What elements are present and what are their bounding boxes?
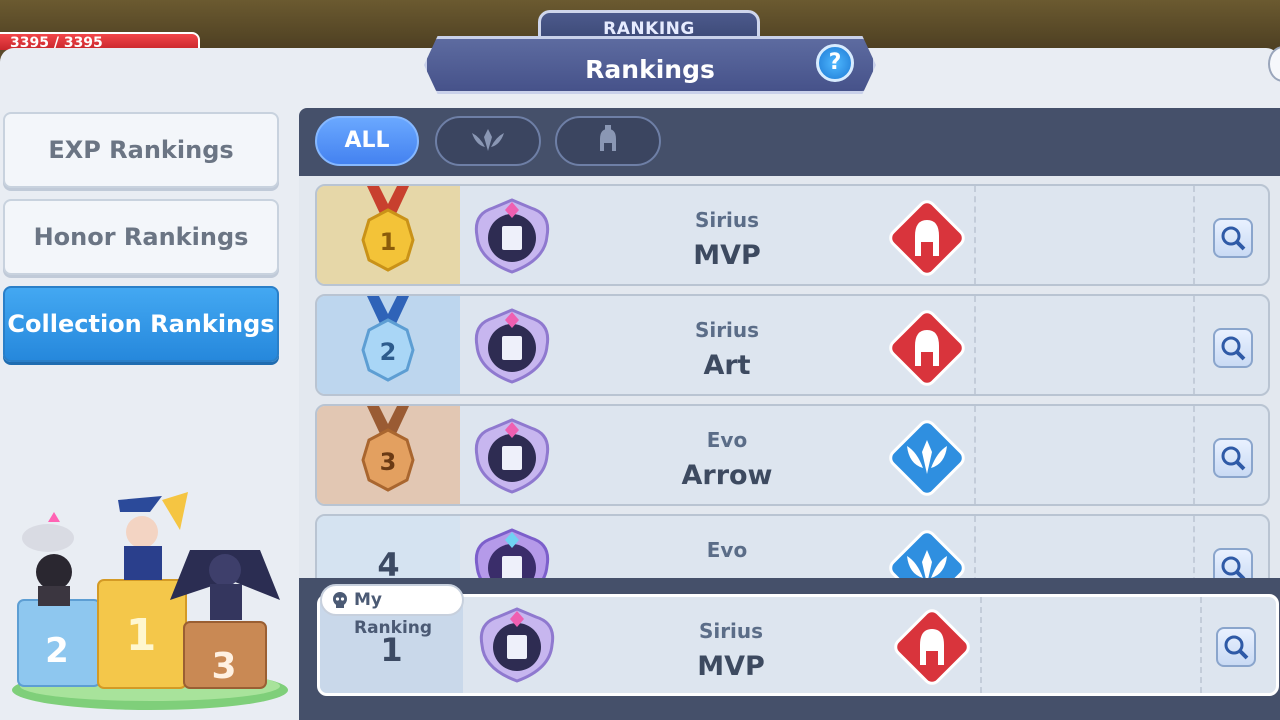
gold-medal-icon: 1	[361, 186, 415, 272]
wings-emblem-icon	[889, 530, 965, 578]
row-divider	[974, 516, 976, 578]
row-divider	[1193, 406, 1195, 504]
search-button[interactable]	[1213, 328, 1253, 368]
row-divider	[974, 186, 976, 284]
my-ranking-row: 1 Sirius MVP	[317, 594, 1279, 696]
search-button[interactable]	[1213, 438, 1253, 478]
guild-name: Evo	[706, 538, 748, 562]
help-button[interactable]: ?	[816, 44, 854, 82]
helmet-icon	[894, 609, 970, 685]
player-name: Art	[703, 350, 751, 381]
collection-badge-icon	[474, 528, 550, 578]
helmet-icon	[889, 200, 965, 276]
rank-cell: 1	[317, 186, 460, 284]
rank-number: 2	[380, 338, 397, 366]
character-2-figure	[22, 512, 74, 606]
row-divider	[1193, 516, 1195, 578]
search-icon	[1221, 226, 1246, 251]
my-ranking-tag: My Ranking	[320, 584, 464, 638]
helmet-icon	[889, 310, 965, 386]
tab-honor-rankings[interactable]: Honor Rankings	[3, 199, 279, 275]
my-search-button[interactable]	[1216, 627, 1256, 667]
skull-icon	[333, 592, 347, 608]
rank-number: 1	[380, 228, 397, 256]
ranking-row-2: 2 Sirius Art	[315, 294, 1270, 396]
collection-badge-icon	[479, 607, 555, 683]
podium-place-3: 3	[211, 646, 236, 687]
rank-cell: 4	[317, 516, 460, 578]
podium-place-1: 1	[126, 610, 157, 661]
ranking-row-1: 1 Sirius MVP	[315, 184, 1270, 286]
ranking-row-3: 3 Evo Arrow	[315, 404, 1270, 506]
row-divider	[1193, 296, 1195, 394]
filter-wings-button[interactable]	[435, 116, 541, 166]
wings-emblem-icon	[472, 129, 504, 151]
character-1-figure	[118, 492, 188, 580]
page-title: Rankings	[424, 36, 876, 94]
row-divider	[974, 406, 976, 504]
guild-name: Sirius	[694, 318, 760, 342]
row-divider	[1193, 186, 1195, 284]
rank-cell: 3	[317, 406, 460, 504]
podium-illustration: 2 1 3	[12, 492, 288, 710]
rank-cell: 2	[317, 296, 460, 394]
helmet-icon	[600, 125, 616, 151]
filter-all-button[interactable]: ALL	[315, 116, 419, 166]
my-guild-name: Sirius	[698, 619, 764, 643]
ranking-list: ALL 1 Sirius MVP 2 Sirius Art 3 Evo Arro…	[299, 108, 1280, 578]
search-icon	[1221, 446, 1246, 471]
search-button[interactable]	[1213, 218, 1253, 258]
tab-collection-rankings[interactable]: Collection Rankings	[3, 286, 279, 362]
bronze-medal-icon: 3	[361, 406, 415, 492]
podium-place-2: 2	[45, 631, 69, 671]
collection-badge-icon	[474, 198, 550, 274]
row-divider	[974, 296, 976, 394]
tab-exp-rankings[interactable]: EXP Rankings	[3, 112, 279, 188]
search-button[interactable]	[1213, 548, 1253, 578]
row-divider	[1200, 597, 1202, 693]
rank-number: 3	[380, 448, 397, 476]
ranking-row-4: 4 Evo	[315, 514, 1270, 578]
ranking-rows: 1 Sirius MVP 2 Sirius Art 3 Evo Arrow 4 …	[299, 176, 1280, 578]
search-icon	[1221, 556, 1246, 578]
player-name: MVP	[693, 240, 761, 271]
collection-badge-icon	[474, 418, 550, 494]
guild-name: Sirius	[694, 208, 760, 232]
rank-number: 4	[377, 546, 400, 578]
filter-bar: ALL	[299, 108, 1280, 176]
wings-emblem-icon	[889, 420, 965, 496]
my-ranking-label: My Ranking	[354, 590, 433, 638]
silver-medal-icon: 2	[361, 296, 415, 382]
guild-name: Evo	[706, 428, 748, 452]
row-divider	[980, 597, 982, 693]
my-player-name: MVP	[697, 651, 765, 682]
filter-helmet-button[interactable]	[555, 116, 661, 166]
player-name: Arrow	[681, 460, 773, 491]
search-icon	[1224, 635, 1249, 660]
search-icon	[1221, 336, 1246, 361]
collection-badge-icon	[474, 308, 550, 384]
